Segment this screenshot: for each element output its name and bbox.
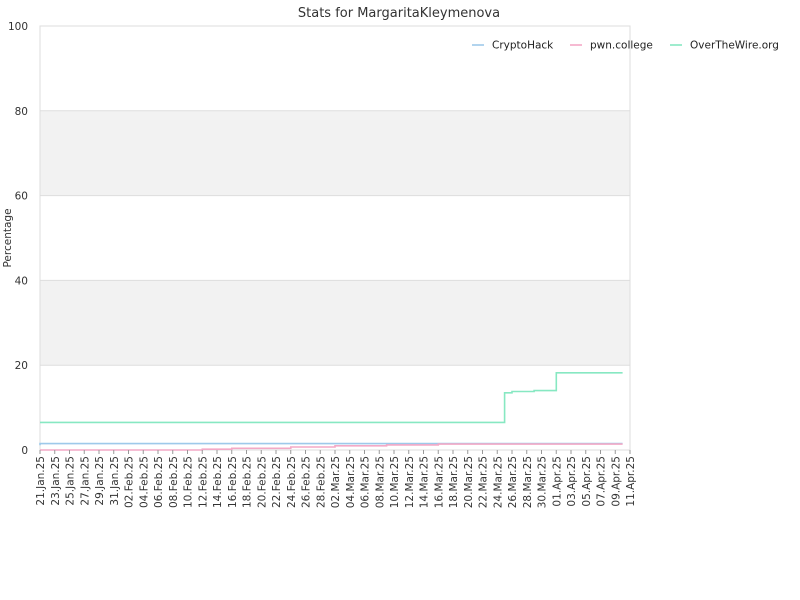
x-tick-label: 28.Feb.25 [315, 456, 327, 508]
line-chart: Stats for MargaritaKleymenova 0 20 40 60 80 1… [2, 6, 779, 508]
legend-label: pwn.college [590, 40, 653, 52]
x-tick-label: 26.Feb.25 [301, 456, 313, 508]
y-tick-label: 0 [21, 445, 28, 457]
series-line-pwn-college [40, 443, 623, 451]
x-tick-label: 02.Feb.25 [124, 456, 136, 508]
x-tick-label: 03.Apr.25 [566, 456, 578, 507]
x-tick-label: 09.Apr.25 [610, 456, 622, 507]
x-tick-label: 14.Mar.25 [419, 456, 431, 508]
plot-frame [39, 25, 631, 451]
x-tick-label: 30.Mar.25 [537, 456, 549, 508]
grid-band [40, 110, 630, 196]
x-tick-label: 06.Mar.25 [360, 456, 372, 508]
x-tick-label: 08.Mar.25 [374, 456, 386, 508]
x-tick-label: 04.Feb.25 [138, 456, 150, 508]
y-tick-label: 60 [15, 191, 28, 203]
x-tick-label: 11.Apr.25 [625, 456, 637, 507]
x-tick-label: 27.Jan.25 [79, 456, 91, 506]
y-tick-label: 40 [15, 275, 28, 287]
x-tick-label: 16.Feb.25 [227, 456, 239, 508]
x-tick-label: 22.Mar.25 [478, 456, 490, 508]
x-tick-label: 10.Feb.25 [183, 456, 195, 508]
x-tick-label: 31.Jan.25 [109, 456, 121, 506]
chart-title: Stats for MargaritaKleymenova [298, 6, 500, 21]
x-tick-label: 12.Feb.25 [197, 456, 209, 508]
x-tick-label: 18.Feb.25 [242, 456, 254, 508]
x-tick-label: 22.Feb.25 [271, 456, 283, 508]
x-tick-label: 24.Feb.25 [286, 456, 298, 508]
grid-band [40, 280, 630, 366]
x-tick-label: 24.Mar.25 [492, 456, 504, 508]
x-tick-label: 20.Mar.25 [463, 456, 475, 508]
y-tick-label: 20 [15, 360, 28, 372]
x-tick-label: 23.Jan.25 [50, 456, 62, 506]
series-line-overthewire-org [40, 372, 623, 424]
y-tick-label: 100 [8, 21, 28, 33]
x-tick-label: 04.Mar.25 [345, 456, 357, 508]
x-tick-label: 20.Feb.25 [256, 456, 268, 508]
x-tick-label: 29.Jan.25 [94, 456, 106, 506]
x-tick-label: 07.Apr.25 [596, 456, 608, 507]
x-tick-label: 28.Mar.25 [522, 456, 534, 508]
x-tick-label: 06.Feb.25 [153, 456, 165, 508]
x-tick-label: 05.Apr.25 [581, 456, 593, 507]
legend-label: CryptoHack [492, 40, 554, 52]
x-tick-label: 21.Jan.25 [35, 456, 47, 506]
x-tick-label: 08.Feb.25 [168, 456, 180, 508]
x-tick-label: 26.Mar.25 [507, 456, 519, 508]
x-tick-label: 12.Mar.25 [404, 456, 416, 508]
x-tick-label: 01.Apr.25 [551, 456, 563, 507]
x-tick-label: 14.Feb.25 [212, 456, 224, 508]
x-tick-label: 25.Jan.25 [65, 456, 77, 506]
x-tick-label: 18.Mar.25 [448, 456, 460, 508]
y-axis-label: Percentage [2, 208, 14, 267]
x-tick-label: 16.Mar.25 [433, 456, 445, 508]
y-tick-label: 80 [15, 106, 28, 118]
x-tick-label: 02.Mar.25 [330, 456, 342, 508]
x-tick-label: 10.Mar.25 [389, 456, 401, 508]
legend-label: OverTheWire.org [690, 40, 779, 52]
